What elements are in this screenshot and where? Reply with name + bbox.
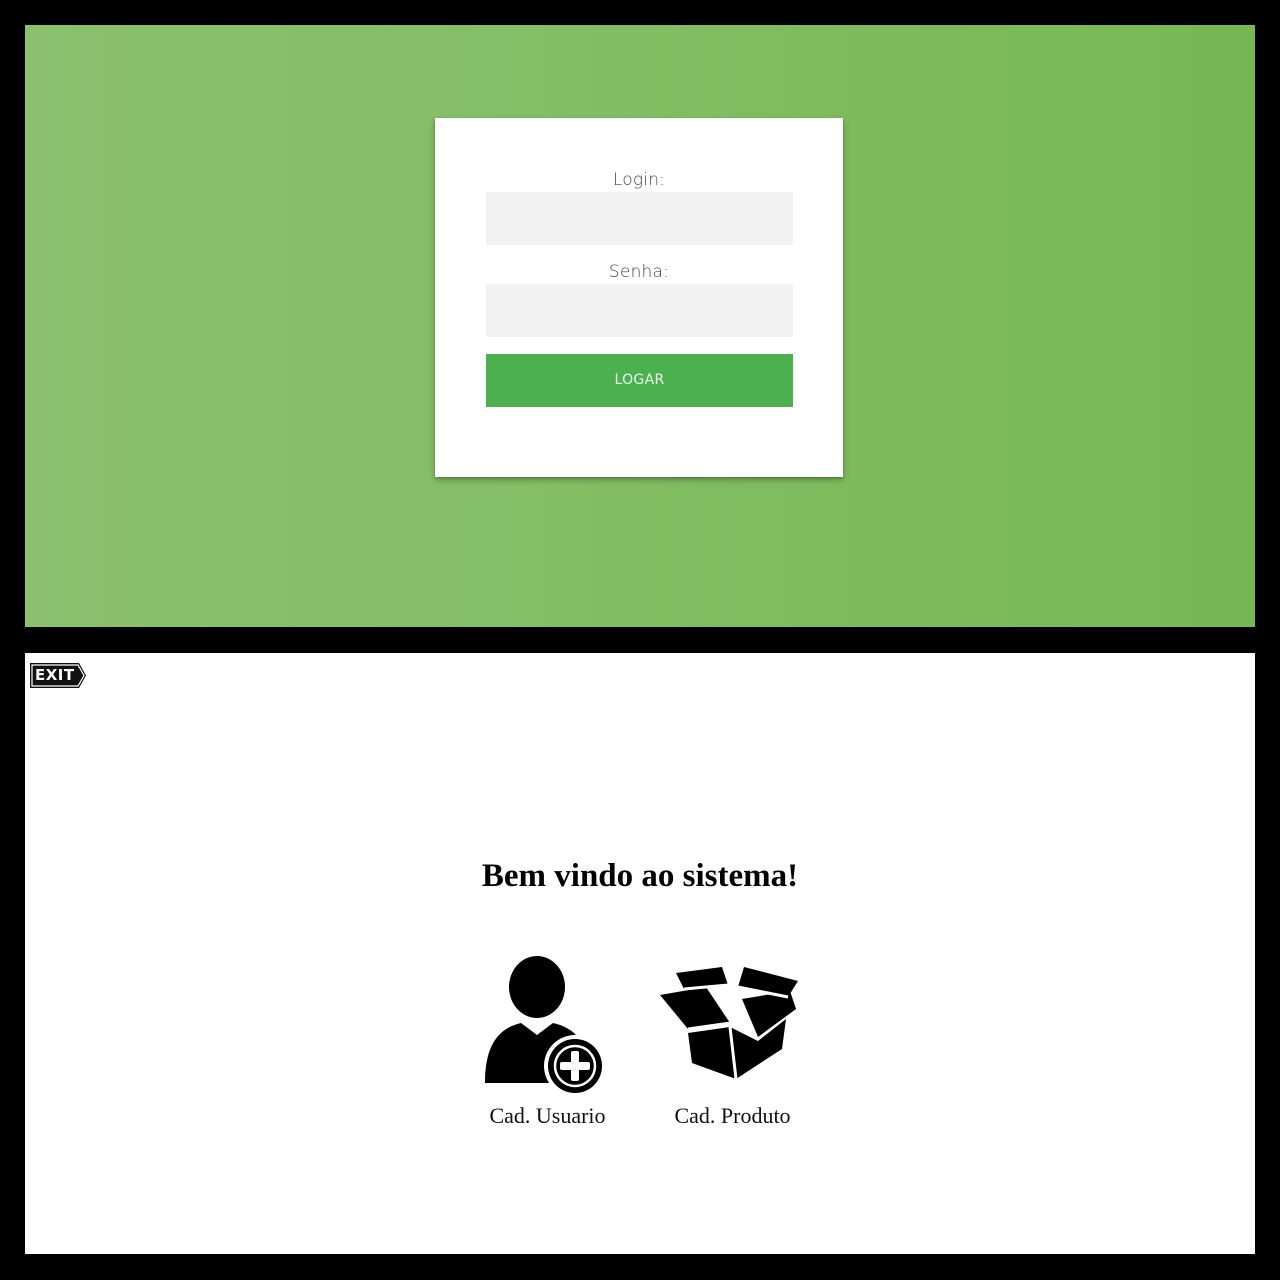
home-screen: EXIT Bem vindo ao sistema! Cad. Usuario: [25, 653, 1255, 1254]
menu-item-cad-usuario[interactable]: Cad. Usuario: [475, 955, 620, 1135]
screenshot-collage: Login: Senha: LOGAR EXIT Bem vindo ao si…: [0, 0, 1280, 1280]
welcome-title: Bem vindo ao sistema!: [481, 858, 799, 894]
login-screen: Login: Senha: LOGAR: [25, 25, 1255, 627]
login-card: Login: Senha: LOGAR: [435, 118, 843, 477]
exit-label: EXIT: [35, 666, 75, 684]
menu-item-cad-produto[interactable]: Cad. Produto: [655, 955, 810, 1135]
login-button[interactable]: LOGAR: [486, 354, 793, 407]
menu-label-cad-usuario: Cad. Usuario: [489, 1103, 606, 1128]
user-add-icon: [485, 956, 606, 1095]
password-label: Senha:: [608, 262, 670, 282]
login-label: Login:: [612, 170, 666, 190]
password-input[interactable]: [486, 284, 793, 337]
exit-button[interactable]: EXIT: [30, 663, 86, 688]
menu-label-cad-produto: Cad. Produto: [674, 1103, 791, 1128]
open-box-icon: [660, 967, 798, 1080]
login-input[interactable]: [486, 192, 793, 245]
